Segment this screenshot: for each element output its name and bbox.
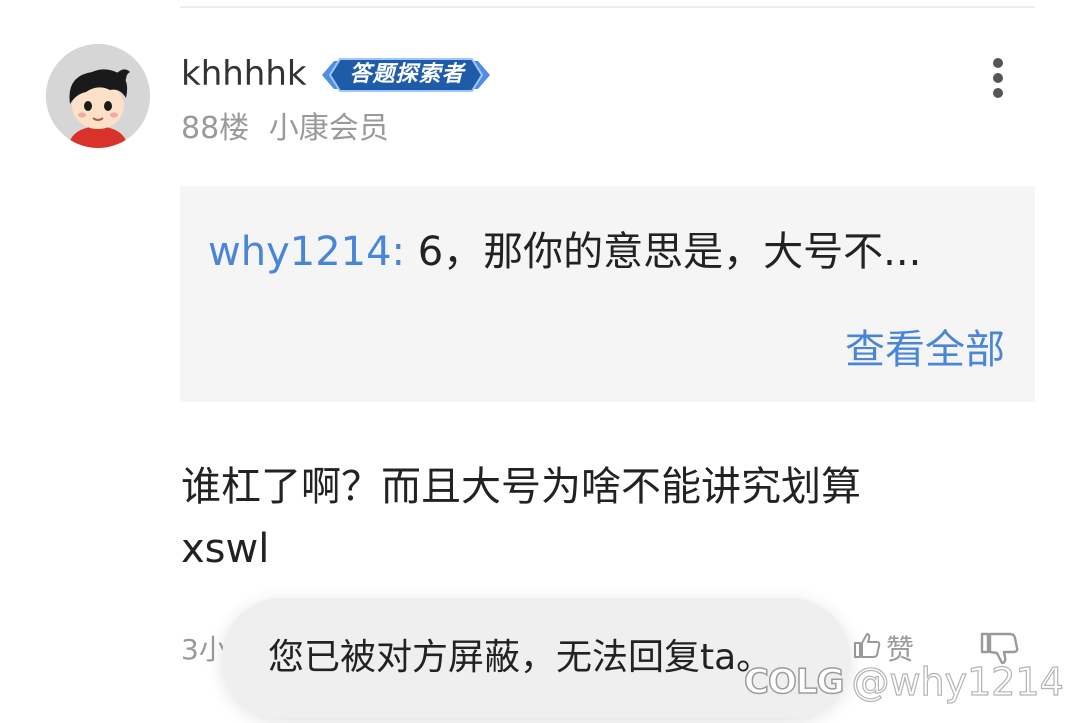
comment-body: 谁杠了啊？而且大号为啥不能讲究划算 xswl (181, 456, 1021, 580)
top-divider (180, 6, 1035, 8)
post-meta: 88楼 小康会员 (181, 108, 389, 150)
floor-number: 88楼 (181, 111, 250, 146)
quote-line: why1214: 6，那你的意思是，大号不... (208, 226, 1008, 278)
badge-label: 答题探索者 (349, 62, 465, 87)
post-time: 3小 (181, 633, 227, 666)
avatar[interactable] (46, 44, 150, 148)
view-all-link[interactable]: 查看全部 (845, 324, 1005, 376)
quoted-reply[interactable]: why1214: 6，那你的意思是，大号不... 查看全部 (180, 186, 1035, 402)
achievement-badge: 答题探索者 (320, 55, 492, 95)
comment-line-1: 谁杠了啊？而且大号为啥不能讲究划算 (181, 464, 861, 510)
watermark-handle: @why1214 (851, 659, 1065, 704)
cartoon-boy-avatar-icon (46, 44, 150, 148)
colg-logo: COLG (743, 661, 845, 703)
quote-author-link[interactable]: why1214: (208, 229, 405, 275)
membership-level: 小康会员 (268, 111, 389, 146)
comment-line-2: xswl (181, 526, 270, 572)
more-options-button[interactable] (978, 54, 1020, 102)
quote-text: 6，那你的意思是，大号不... (417, 229, 922, 275)
watermark: COLG @why1214 (743, 654, 1065, 710)
toast-message: 您已被对方屏蔽，无法回复ta。 (268, 637, 773, 678)
username[interactable]: khhhhk (181, 52, 307, 96)
